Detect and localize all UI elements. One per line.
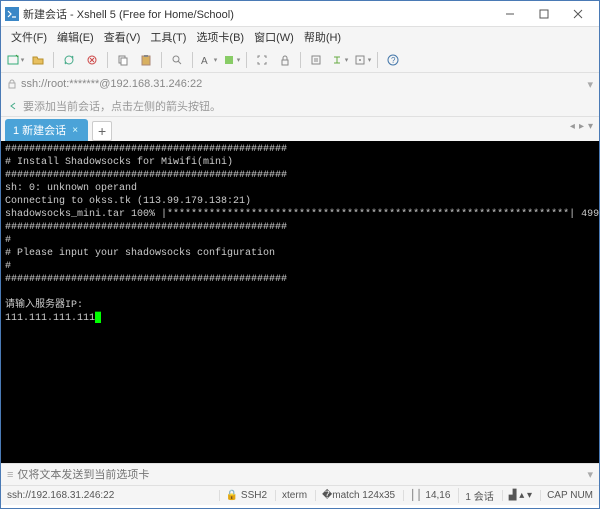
status-connection: ssh://192.168.31.246:22 bbox=[7, 490, 114, 501]
menu-tools[interactable]: 工具(T) bbox=[146, 27, 190, 47]
toolbar: ▾ A▾ ▾ ▾ ▾ ? bbox=[1, 47, 599, 73]
menu-file[interactable]: 文件(F) bbox=[7, 27, 51, 47]
close-button[interactable] bbox=[561, 3, 595, 25]
copy-icon[interactable] bbox=[113, 50, 133, 70]
script-icon[interactable]: ▾ bbox=[352, 50, 372, 70]
properties-icon[interactable] bbox=[306, 50, 326, 70]
lock-icon[interactable] bbox=[275, 50, 295, 70]
hint-bar: 要添加当前会话，点击左侧的箭头按钮。 bbox=[1, 95, 599, 117]
hint-text: 要添加当前会话，点击左侧的箭头按钮。 bbox=[23, 98, 221, 114]
menu-help[interactable]: 帮助(H) bbox=[300, 27, 345, 47]
transfer-icon[interactable]: ▾ bbox=[329, 50, 349, 70]
address-bar: ssh://root:*******@192.168.31.246:22 ▾ bbox=[1, 73, 599, 95]
send-input[interactable] bbox=[17, 469, 583, 481]
send-menu-icon[interactable]: ≡ bbox=[7, 469, 13, 481]
titlebar: 新建会话 - Xshell 5 (Free for Home/School) bbox=[1, 1, 599, 27]
send-bar: ≡ ▾ bbox=[1, 463, 599, 485]
arrow-left-icon[interactable] bbox=[7, 100, 19, 112]
find-icon[interactable] bbox=[167, 50, 187, 70]
tab-menu-icon[interactable]: ▾ bbox=[588, 121, 593, 132]
tab-close-icon[interactable]: × bbox=[72, 125, 78, 136]
status-pos: 14,16 bbox=[425, 490, 450, 501]
session-tab[interactable]: 1 新建会话 × bbox=[5, 119, 88, 141]
tabbar: 1 新建会话 × + ◂ ▸ ▾ bbox=[1, 117, 599, 141]
disconnect-icon[interactable] bbox=[82, 50, 102, 70]
app-icon bbox=[5, 7, 19, 21]
status-sessions: 1 会话 bbox=[458, 488, 493, 503]
window-title: 新建会话 - Xshell 5 (Free for Home/School) bbox=[23, 6, 493, 22]
tab-nav-right-icon[interactable]: ▸ bbox=[579, 121, 584, 132]
ssh-icon: 🔒 bbox=[226, 490, 238, 501]
address-text[interactable]: ssh://root:*******@192.168.31.246:22 bbox=[21, 78, 583, 90]
tab-label: 1 新建会话 bbox=[13, 122, 66, 138]
send-options-icon[interactable]: ▾ bbox=[587, 468, 593, 481]
new-tab-button[interactable]: + bbox=[92, 121, 112, 141]
terminal[interactable]: ########################################… bbox=[1, 141, 599, 463]
new-session-icon[interactable]: ▾ bbox=[5, 50, 25, 70]
maximize-button[interactable] bbox=[527, 3, 561, 25]
menubar: 文件(F) 编辑(E) 查看(V) 工具(T) 选项卡(B) 窗口(W) 帮助(… bbox=[1, 27, 599, 47]
open-icon[interactable] bbox=[28, 50, 48, 70]
paste-icon[interactable] bbox=[136, 50, 156, 70]
reconnect-icon[interactable] bbox=[59, 50, 79, 70]
minimize-button[interactable] bbox=[493, 3, 527, 25]
menu-view[interactable]: 查看(V) bbox=[100, 27, 145, 47]
menu-edit[interactable]: 编辑(E) bbox=[53, 27, 98, 47]
menu-window[interactable]: 窗口(W) bbox=[250, 27, 298, 47]
font-icon[interactable]: A▾ bbox=[198, 50, 218, 70]
menu-tabs[interactable]: 选项卡(B) bbox=[192, 27, 248, 47]
fullscreen-icon[interactable] bbox=[252, 50, 272, 70]
address-dropdown-icon[interactable]: ▾ bbox=[587, 78, 593, 91]
svg-text:A: A bbox=[201, 56, 208, 67]
tab-nav-left-icon[interactable]: ◂ bbox=[570, 121, 575, 132]
statusbar: ssh://192.168.31.246:22 🔒 SSH2 xterm �ma… bbox=[1, 485, 599, 505]
status-caps: CAP NUM bbox=[540, 490, 593, 501]
help-icon[interactable]: ? bbox=[383, 50, 403, 70]
status-term: xterm bbox=[275, 490, 307, 501]
color-icon[interactable]: ▾ bbox=[221, 50, 241, 70]
status-size: 124x35 bbox=[362, 490, 395, 501]
status-proto: SSH2 bbox=[241, 490, 267, 501]
svg-text:?: ? bbox=[391, 56, 396, 65]
lock-small-icon bbox=[7, 79, 17, 89]
